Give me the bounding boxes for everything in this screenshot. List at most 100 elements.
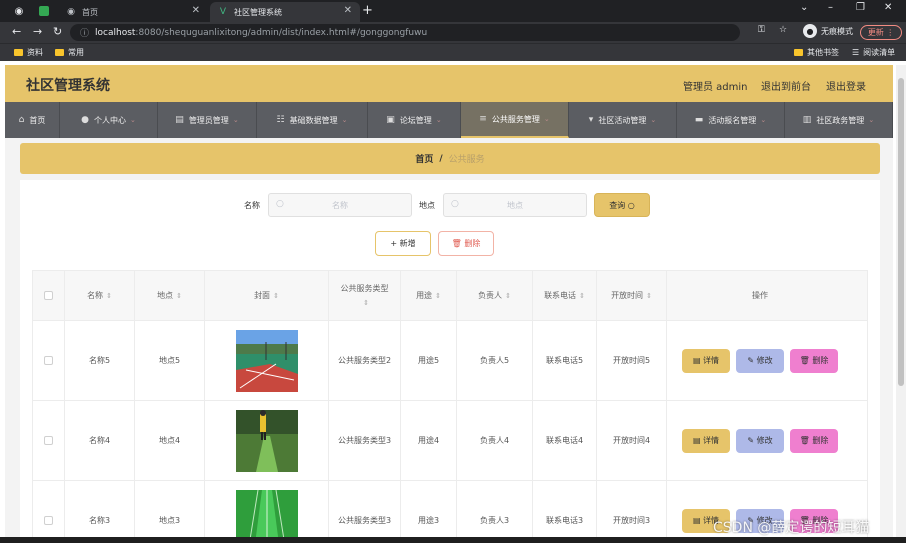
- pencil-icon: ✎: [747, 355, 755, 365]
- nav-label: 个人中心: [93, 115, 126, 125]
- nav-item-home[interactable]: ⌂ 首页: [5, 102, 60, 138]
- open-time-cell: 开放时间4: [597, 401, 667, 480]
- info-icon: ⓘ: [80, 29, 90, 39]
- row-checkbox[interactable]: [44, 356, 53, 365]
- column-header[interactable]: 用途 ⇕: [401, 271, 457, 320]
- tab-home[interactable]: ◉ 首页 ✕: [58, 2, 208, 22]
- detail-button[interactable]: ▤ 详情: [682, 348, 730, 373]
- nav-label: 活动报名管理: [708, 115, 757, 125]
- delete-button[interactable]: 🗑 删除: [790, 428, 838, 453]
- nav-label: 管理员管理: [188, 115, 229, 125]
- minimize-icon[interactable]: –: [828, 2, 833, 13]
- name-input[interactable]: ○ 名称: [268, 193, 412, 217]
- url-rest: :8080/shequguanlixitong/admin/dist/index…: [135, 27, 428, 38]
- close-window-icon[interactable]: ✕: [884, 2, 892, 13]
- column-label: 开放时间: [611, 290, 644, 300]
- row-checkbox[interactable]: [44, 516, 53, 525]
- address-input[interactable]: ⓘ localhost:8080/shequguanlixitong/admin…: [70, 24, 740, 41]
- chevron-down-icon: ⌄: [760, 116, 767, 124]
- tab-search-icon[interactable]: ⌄: [800, 2, 808, 13]
- star-icon[interactable]: ☆: [779, 25, 787, 35]
- document-icon: ▤: [692, 515, 701, 525]
- column-header[interactable]: 名称 ⇕: [65, 271, 135, 320]
- column-header[interactable]: 负责人 ⇕: [457, 271, 533, 320]
- pinned-tab-globe-icon[interactable]: ◉: [8, 3, 30, 19]
- pencil-icon: ✎: [747, 435, 755, 445]
- reload-icon[interactable]: ↻: [53, 25, 62, 38]
- name-label: 名称: [244, 201, 260, 210]
- edit-button[interactable]: ✎ 修改: [736, 348, 784, 373]
- add-label: 新增: [399, 239, 416, 248]
- document-icon: ▤: [692, 355, 701, 365]
- nav-item-basedata[interactable]: ☷ 基础数据管理 ⌄: [257, 102, 368, 138]
- nav-item-public-service[interactable]: ≡ 公共服务管理 ⌄: [461, 102, 569, 138]
- forward-icon[interactable]: →: [33, 25, 42, 38]
- nav-item-activity[interactable]: ▾ 社区活动管理 ⌄: [569, 102, 677, 138]
- logout-link[interactable]: 退出登录: [826, 78, 866, 93]
- other-bookmarks[interactable]: 其他书签: [794, 47, 839, 58]
- bookmark-label: 资料: [27, 48, 43, 57]
- incognito-indicator[interactable]: ● 无痕模式: [803, 24, 853, 38]
- search-icon: ○: [627, 200, 635, 210]
- update-button[interactable]: 更新 ⋮: [860, 25, 902, 40]
- forum-icon: ▣: [386, 115, 395, 125]
- detail-button[interactable]: ▤ 详情: [682, 428, 730, 453]
- front-link[interactable]: 退出到前台: [761, 78, 811, 93]
- chevron-down-icon: ⌄: [435, 116, 442, 124]
- nav-item-gov[interactable]: ▥ 社区政务管理 ⌄: [785, 102, 893, 138]
- reading-list-label: 阅读清单: [863, 48, 896, 57]
- close-icon[interactable]: ✕: [344, 5, 352, 16]
- key-icon[interactable]: ⚿: [758, 25, 765, 35]
- row-checkbox[interactable]: [44, 436, 53, 445]
- detail-label: 详情: [703, 355, 720, 365]
- nav-label: 公共服务管理: [491, 114, 540, 124]
- open-time-cell: 开放时间3: [597, 481, 667, 543]
- phone-cell: 联系电话5: [533, 321, 597, 400]
- nav-item-forum[interactable]: ▣ 论坛管理 ⌄: [368, 102, 461, 138]
- incognito-icon: ●: [803, 24, 817, 38]
- place-input[interactable]: ○ 地点: [443, 193, 587, 217]
- watermark: CSDN @薛定谔的短耳猫: [713, 520, 870, 536]
- edit-button[interactable]: ✎ 修改: [736, 428, 784, 453]
- owner-cell: 负责人4: [457, 401, 533, 480]
- column-label: 地点: [157, 290, 174, 300]
- query-button[interactable]: 查询 ○: [594, 193, 650, 217]
- back-icon[interactable]: ←: [12, 25, 21, 38]
- chevron-down-icon: ⌄: [650, 116, 657, 124]
- nav-item-admin[interactable]: ▤ 管理员管理 ⌄: [158, 102, 257, 138]
- search-icon: ○: [451, 199, 459, 209]
- bookmark-folder[interactable]: 资料: [14, 47, 43, 58]
- list-icon: ≡: [479, 114, 487, 124]
- activity-icon: ▾: [588, 115, 594, 125]
- nav-item-signup[interactable]: ▬ 活动报名管理 ⌄: [677, 102, 785, 138]
- restore-icon[interactable]: ❐: [856, 2, 865, 13]
- place-cell: 地点5: [135, 321, 205, 400]
- nav-item-profile[interactable]: ● 个人中心 ⌄: [60, 102, 158, 138]
- batch-delete-button[interactable]: 🗑 删除: [438, 231, 494, 256]
- column-header[interactable]: 封面 ⇕: [205, 271, 329, 320]
- column-header[interactable]: 联系电话 ⇕: [533, 271, 597, 320]
- column-label: 公共服务类型: [340, 283, 389, 293]
- column-header[interactable]: 地点 ⇕: [135, 271, 205, 320]
- add-button[interactable]: + 新增: [375, 231, 431, 256]
- reading-list[interactable]: ☰ 阅读清单: [852, 47, 895, 58]
- breadcrumb-home[interactable]: 首页: [415, 152, 433, 165]
- checkbox-cell: [33, 481, 65, 543]
- column-label: 封面: [254, 290, 271, 300]
- tab-community[interactable]: V 社区管理系统 ✕: [210, 2, 360, 22]
- detail-label: 详情: [703, 435, 720, 445]
- header-checkbox-cell: [33, 271, 65, 320]
- scrollbar-thumb[interactable]: [898, 78, 904, 386]
- column-header[interactable]: 开放时间 ⇕: [597, 271, 667, 320]
- incognito-label: 无痕模式: [821, 26, 853, 36]
- main-nav: ⌂ 首页 ● 个人中心 ⌄ ▤ 管理员管理 ⌄ ☷ 基础数据管理 ⌄ ▣ 论坛管理 ⌄ ≡ 公共服务…: [5, 102, 893, 138]
- bookmark-folder[interactable]: 常用: [55, 47, 84, 58]
- column-header[interactable]: 公共服务类型 ⇕: [329, 271, 401, 320]
- app-title: 社区管理系统: [26, 78, 110, 94]
- select-all-checkbox[interactable]: [44, 291, 53, 300]
- close-icon[interactable]: ✕: [192, 5, 200, 16]
- delete-button[interactable]: 🗑 删除: [790, 348, 838, 373]
- table-row: 名称5 地点5 公共服务类型2 用途5 负责人5 联系电话5 开放时间5 ▤ 详…: [33, 321, 867, 401]
- pinned-tab-app-icon[interactable]: [33, 3, 55, 19]
- new-tab-icon[interactable]: +: [362, 3, 373, 18]
